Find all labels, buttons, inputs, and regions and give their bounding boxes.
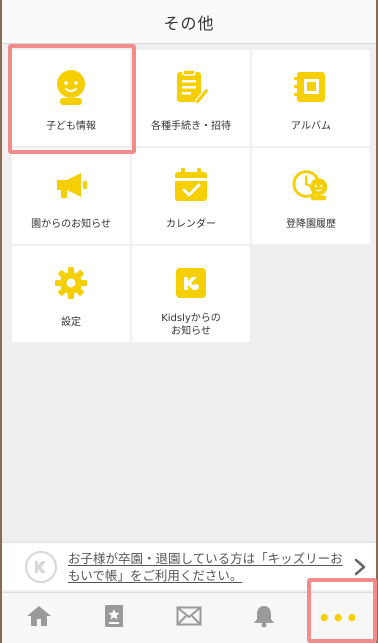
tab-bar: ••• <box>2 592 376 643</box>
envelope-icon <box>176 606 202 630</box>
menu-label-line2: お知らせ <box>171 326 211 337</box>
tab-more[interactable]: ••• <box>301 593 376 643</box>
chevron-right-icon <box>354 558 366 576</box>
menu-label: 登降園履歴 <box>286 219 336 230</box>
child-face-icon <box>52 68 90 106</box>
tab-bookmark[interactable] <box>77 593 152 643</box>
menu-label-line1: Kidslyからの <box>161 313 221 324</box>
app-frame: その他 子ども情報 各種手続き・招待 アルバム 園からのお知らせ カレンダー 登… <box>0 0 378 643</box>
menu-label: 子ども情報 <box>46 121 96 132</box>
menu-item-child-info[interactable]: 子ども情報 <box>12 50 130 146</box>
album-icon <box>292 68 330 106</box>
megaphone-icon <box>52 166 90 204</box>
graduation-notice[interactable]: お子様が卒園・退園している方は「キッズリーおもいで帳」をご利用ください。 <box>2 542 376 590</box>
menu-label: カレンダー <box>166 219 216 230</box>
menu-label: 園からのお知らせ <box>31 219 111 230</box>
kidsly-memories-logo-icon <box>24 550 58 584</box>
page-title: その他 <box>163 13 215 33</box>
menu-item-settings[interactable]: 設定 <box>12 246 130 342</box>
bell-icon <box>253 604 275 632</box>
menu-item-procedures[interactable]: 各種手続き・招待 <box>132 50 250 146</box>
tab-home[interactable] <box>2 593 77 643</box>
notice-text[interactable]: お子様が卒園・退園している方は「キッズリーおもいで帳」をご利用ください。 <box>68 550 348 584</box>
menu-label: 設定 <box>61 317 81 328</box>
tab-messages[interactable] <box>152 593 227 643</box>
menu-label: 各種手続き・招待 <box>151 121 231 132</box>
menu-label: アルバム <box>291 121 331 132</box>
tab-notifications[interactable] <box>226 593 301 643</box>
menu-item-kidsly-news[interactable]: Kidslyからの お知らせ <box>132 246 250 342</box>
more-dots-icon: ••• <box>317 606 360 630</box>
calendar-check-icon <box>172 166 210 204</box>
menu-item-album[interactable]: アルバム <box>252 50 370 146</box>
bookmark-star-icon <box>104 604 124 632</box>
menu-item-school-news[interactable]: 園からのお知らせ <box>12 148 130 244</box>
home-icon <box>26 605 52 631</box>
clipboard-pen-icon <box>172 68 210 106</box>
gear-icon <box>52 264 90 302</box>
menu-item-attendance-history[interactable]: 登降園履歴 <box>252 148 370 244</box>
header-bar: その他 <box>2 0 376 44</box>
menu-label: Kidslyからの お知らせ <box>161 312 221 338</box>
clock-child-icon <box>292 166 330 204</box>
menu-item-calendar[interactable]: カレンダー <box>132 148 250 244</box>
kidsly-logo-icon <box>172 264 210 302</box>
